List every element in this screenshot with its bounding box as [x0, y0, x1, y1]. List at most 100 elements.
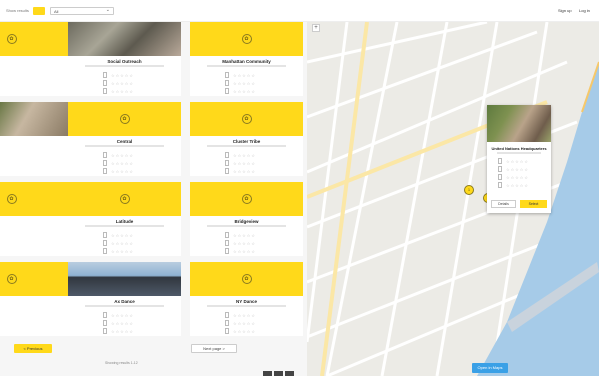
- document-icon: [103, 248, 107, 254]
- card-subtitle-line: [206, 305, 287, 307]
- document-icon: [103, 232, 107, 238]
- previous-button[interactable]: < Previous: [14, 344, 52, 353]
- document-icon: [103, 72, 107, 78]
- logo-icon: ✿: [241, 194, 252, 204]
- logo-icon: ✿: [6, 194, 17, 204]
- zoom-in-icon[interactable]: +: [312, 24, 320, 32]
- document-icon: [225, 328, 229, 334]
- next-page-button[interactable]: Next page >: [191, 344, 237, 353]
- card-image: ✿: [0, 262, 68, 296]
- result-card[interactable]: ✿Gem NY☆☆☆☆☆☆☆☆☆☆☆☆☆☆☆: [0, 262, 68, 336]
- card-image: ✿: [190, 182, 303, 216]
- rating-stars: ☆☆☆☆☆: [233, 248, 256, 254]
- rating-stars: ☆☆☆☆☆: [506, 182, 529, 188]
- map-popup: United Nations Headquarters ☆☆☆☆☆ ☆☆☆☆☆ …: [487, 105, 551, 213]
- document-icon: [225, 312, 229, 318]
- result-card[interactable]: ✿ Cluster Tribe ☆☆☆☆☆ ☆☆☆☆☆ ☆☆☆☆☆: [190, 102, 303, 176]
- popup-subtitle-line: [496, 152, 542, 154]
- rating-stars: ☆☆☆☆☆: [111, 320, 134, 326]
- page-button-1[interactable]: [263, 371, 272, 376]
- results-list: ✿ba☆☆☆☆☆☆☆☆☆☆☆☆☆☆☆ Social Outreach ☆☆☆☆☆ ☆☆…: [0, 22, 307, 376]
- popup-details-button[interactable]: Details: [491, 200, 516, 208]
- card-title: Manhattan Community: [222, 59, 271, 64]
- rating-stars: ☆☆☆☆☆: [111, 240, 134, 246]
- result-card[interactable]: ✿ball☆☆☆☆☆☆☆☆☆☆☆☆☆☆☆: [0, 182, 68, 256]
- document-icon: [103, 320, 107, 326]
- top-bar: Show results All ⌄ Sign up Log in: [0, 0, 599, 22]
- card-subtitle-line: [84, 305, 165, 307]
- result-card[interactable]: ✿ Bridgeview ☆☆☆☆☆ ☆☆☆☆☆ ☆☆☆☆☆: [190, 182, 303, 256]
- page-button-3[interactable]: [285, 371, 294, 376]
- rating-stars: ☆☆☆☆☆: [111, 168, 134, 174]
- document-icon: [225, 248, 229, 254]
- signup-link[interactable]: Sign up: [558, 8, 572, 13]
- card-subtitle-line: [84, 225, 165, 227]
- card-title: Central: [116, 139, 133, 144]
- popup-select-button[interactable]: Select: [520, 200, 547, 208]
- document-icon: [103, 88, 107, 94]
- view-toggle-button[interactable]: [33, 7, 45, 15]
- document-icon: [498, 166, 502, 172]
- result-card[interactable]: ✿ba☆☆☆☆☆☆☆☆☆☆☆☆☆☆☆: [0, 22, 68, 96]
- card-image: [68, 262, 181, 296]
- rating-stars: ☆☆☆☆☆: [111, 160, 134, 166]
- rating-stars: ☆☆☆☆☆: [111, 152, 134, 158]
- card-title: Bridgeview: [234, 219, 259, 224]
- show-label: Show results: [6, 8, 29, 13]
- map-canvas[interactable]: [307, 22, 599, 376]
- card-image: ✿: [68, 182, 181, 216]
- rating-stars: ☆☆☆☆☆: [111, 72, 134, 78]
- document-icon: [225, 160, 229, 166]
- card-title: Latitude: [115, 219, 134, 224]
- rating-stars: ☆☆☆☆☆: [233, 328, 256, 334]
- result-card[interactable]: Social Outreach ☆☆☆☆☆ ☆☆☆☆☆ ☆☆☆☆☆: [68, 22, 181, 96]
- rating-stars: ☆☆☆☆☆: [233, 312, 256, 318]
- rating-stars: ☆☆☆☆☆: [111, 88, 134, 94]
- document-icon: [225, 168, 229, 174]
- document-icon: [103, 152, 107, 158]
- login-link[interactable]: Log in: [579, 8, 590, 13]
- document-icon: [103, 80, 107, 86]
- rating-stars: ☆☆☆☆☆: [111, 328, 134, 334]
- logo-icon: ✿: [119, 114, 130, 124]
- rating-stars: ☆☆☆☆☆: [233, 240, 256, 246]
- rating-stars: ☆☆☆☆☆: [233, 168, 256, 174]
- rating-stars: ☆☆☆☆☆: [506, 174, 529, 180]
- document-icon: [225, 320, 229, 326]
- chevron-down-icon: ⌄: [105, 7, 110, 13]
- result-card[interactable]: ✿ Latitude ☆☆☆☆☆ ☆☆☆☆☆ ☆☆☆☆☆: [68, 182, 181, 256]
- document-icon: [225, 80, 229, 86]
- document-icon: [498, 158, 502, 164]
- document-icon: [103, 168, 107, 174]
- result-card[interactable]: Ax Dance ☆☆☆☆☆ ☆☆☆☆☆ ☆☆☆☆☆: [68, 262, 181, 336]
- document-icon: [225, 88, 229, 94]
- filter-select[interactable]: All ⌄: [50, 7, 114, 15]
- rating-stars: ☆☆☆☆☆: [111, 232, 134, 238]
- card-subtitle-line: [84, 65, 165, 67]
- map-pin-1[interactable]: 1: [464, 185, 474, 195]
- logo-icon: ✿: [119, 194, 130, 204]
- rating-stars: ☆☆☆☆☆: [233, 152, 256, 158]
- card-image: ✿: [190, 262, 303, 296]
- card-image: ✿: [68, 102, 181, 136]
- result-card[interactable]: Playground☆☆☆☆☆☆☆☆☆☆☆☆☆☆☆: [0, 102, 68, 176]
- result-card[interactable]: ✿ NY Dance ☆☆☆☆☆ ☆☆☆☆☆ ☆☆☆☆☆: [190, 262, 303, 336]
- map-panel[interactable]: + 1 2 United Nations Headquarters ☆☆☆☆☆ …: [307, 22, 599, 376]
- document-icon: [103, 312, 107, 318]
- document-icon: [103, 240, 107, 246]
- page-button-2[interactable]: [274, 371, 283, 376]
- rating-stars: ☆☆☆☆☆: [506, 166, 529, 172]
- result-card[interactable]: ✿ Central ☆☆☆☆☆ ☆☆☆☆☆ ☆☆☆☆☆: [68, 102, 181, 176]
- result-card[interactable]: ✿ Manhattan Community ☆☆☆☆☆ ☆☆☆☆☆ ☆☆☆☆☆: [190, 22, 303, 96]
- rating-stars: ☆☆☆☆☆: [111, 80, 134, 86]
- card-image: [0, 102, 68, 136]
- logo-icon: ✿: [241, 274, 252, 284]
- card-title: NY Dance: [236, 299, 257, 304]
- card-image: [68, 22, 181, 56]
- card-title: Cluster Tribe: [232, 139, 261, 144]
- rating-stars: ☆☆☆☆☆: [233, 72, 256, 78]
- open-in-maps-button[interactable]: Open in Maps: [472, 363, 508, 373]
- document-icon: [225, 152, 229, 158]
- card-title: Social Outreach: [107, 59, 142, 64]
- rating-stars: ☆☆☆☆☆: [233, 320, 256, 326]
